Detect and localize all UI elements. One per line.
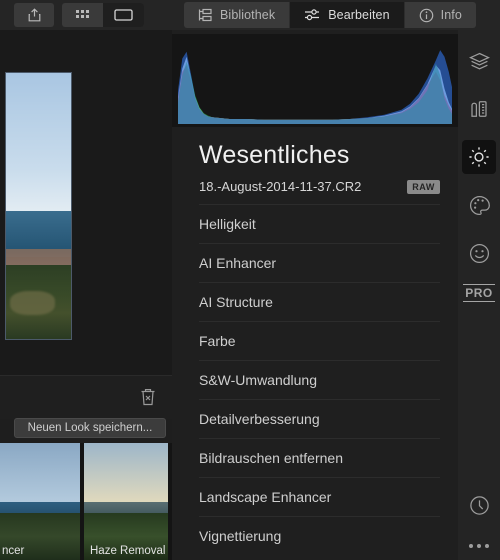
image-canvas[interactable] [0,30,172,375]
adjustments-list: Helligkeit AI Enhancer AI Structure Farbe S&… [172,204,458,555]
adjustment-item-label: Vignettierung [199,528,282,544]
adjustment-item-label: Bildrauschen entfernen [199,450,343,466]
more-dots-icon [485,544,489,548]
delete-button[interactable] [138,386,158,408]
edit-panel: Wesentliches 18.-August-2014-11-37.CR2 R… [172,30,458,560]
tab-bibliothek[interactable]: Bibliothek [184,2,289,28]
preset-thumbnail-label: ncer [2,545,25,557]
sliders-icon [305,9,320,21]
grid-view-button[interactable] [62,3,103,27]
toolbar-left-group [0,3,180,27]
save-new-look-label: Neuen Look speichern... [27,422,153,434]
info-circle-icon [419,8,433,22]
rail-item-portrait[interactable] [462,236,496,270]
adjustment-item[interactable]: AI Structure [199,282,440,321]
adjustment-item-label: AI Enhancer [199,255,277,271]
rail-item-brightness[interactable] [462,140,496,174]
page-title: Wesentliches [199,141,350,169]
canvas-footer [0,375,172,419]
tab-info-label: Info [440,8,462,22]
adjustment-item-label: Landscape Enhancer [199,489,332,505]
share-upload-icon [28,8,40,22]
histogram-chart [178,50,452,124]
adjustment-item[interactable]: Bildrauschen entfernen [199,438,440,477]
sun-brightness-icon [469,147,489,167]
library-icon [198,8,212,22]
preset-filmstrip: ncer Haze Removal [0,443,172,560]
preset-thumbnail[interactable]: ncer [0,443,80,560]
share-button[interactable] [14,3,54,27]
adjustment-item[interactable]: AI Enhancer [199,243,440,282]
grid-view-icon [76,9,89,18]
adjustment-item[interactable]: Detailverbesserung [199,399,440,438]
rail-item-layers[interactable] [462,44,496,78]
tab-bibliothek-label: Bibliothek [220,8,276,22]
toolbar-mode-group: Bibliothek Bearbeiten Info [184,0,476,30]
single-view-button[interactable] [103,3,144,27]
rail-item-history[interactable] [462,488,496,522]
save-new-look-button[interactable]: Neuen Look speichern... [14,418,166,438]
photo-sky-region [6,73,71,212]
adjustment-item[interactable]: Helligkeit [199,204,440,243]
clock-history-icon [469,495,489,515]
adjustment-item-label: Detailverbesserung [199,411,320,427]
portrait-face-icon [469,243,489,263]
histogram-series-blue [178,50,452,124]
adjustment-item-label: AI Structure [199,294,273,310]
tab-info[interactable]: Info [403,2,476,28]
photo-preview[interactable] [5,72,72,340]
adjustment-item-label: S&W-Umwandlung [199,372,318,388]
thumb-sky [0,443,80,502]
tab-bearbeiten-label: Bearbeiten [328,8,390,22]
adjustment-item-label: Farbe [199,333,236,349]
view-mode-group [62,3,144,27]
adjustment-item[interactable]: Vignettierung [199,516,440,555]
right-tool-rail: PRO [458,30,500,560]
raw-format-badge: RAW [407,179,440,194]
more-dots-icon [477,544,481,548]
trash-icon [141,389,155,406]
pro-badge[interactable]: PRO [463,284,495,302]
tools-ruler-icon [471,101,487,117]
histogram[interactable] [172,34,458,127]
top-toolbar: Bibliothek Bearbeiten Info [0,0,500,30]
more-options-button[interactable] [469,544,489,548]
preset-thumbnail[interactable]: Haze Removal [84,443,168,560]
more-dots-icon [469,544,473,548]
adjustment-item[interactable]: Landscape Enhancer [199,477,440,516]
rail-item-tools[interactable] [462,92,496,126]
photo-editor-window: Bibliothek Bearbeiten Info Neuen Look sp… [0,0,500,560]
adjustment-item[interactable]: Farbe [199,321,440,360]
adjustment-item[interactable]: S&W-Umwandlung [199,360,440,399]
file-info-row: 18.-August-2014-11-37.CR2 RAW [172,170,458,194]
thumb-sky [84,443,168,502]
layers-icon [468,52,490,69]
adjustment-item-label: Helligkeit [199,216,256,232]
photo-field-region [9,291,56,316]
preset-thumbnail-label: Haze Removal [90,545,166,557]
rail-item-color[interactable] [462,188,496,222]
clipping-warning-left-icon[interactable] [179,40,193,52]
clipping-warning-right-icon[interactable] [437,40,451,52]
file-name: 18.-August-2014-11-37.CR2 [199,179,362,194]
single-view-icon [114,9,133,21]
tab-bearbeiten[interactable]: Bearbeiten [289,2,404,28]
color-palette-icon [469,195,490,215]
